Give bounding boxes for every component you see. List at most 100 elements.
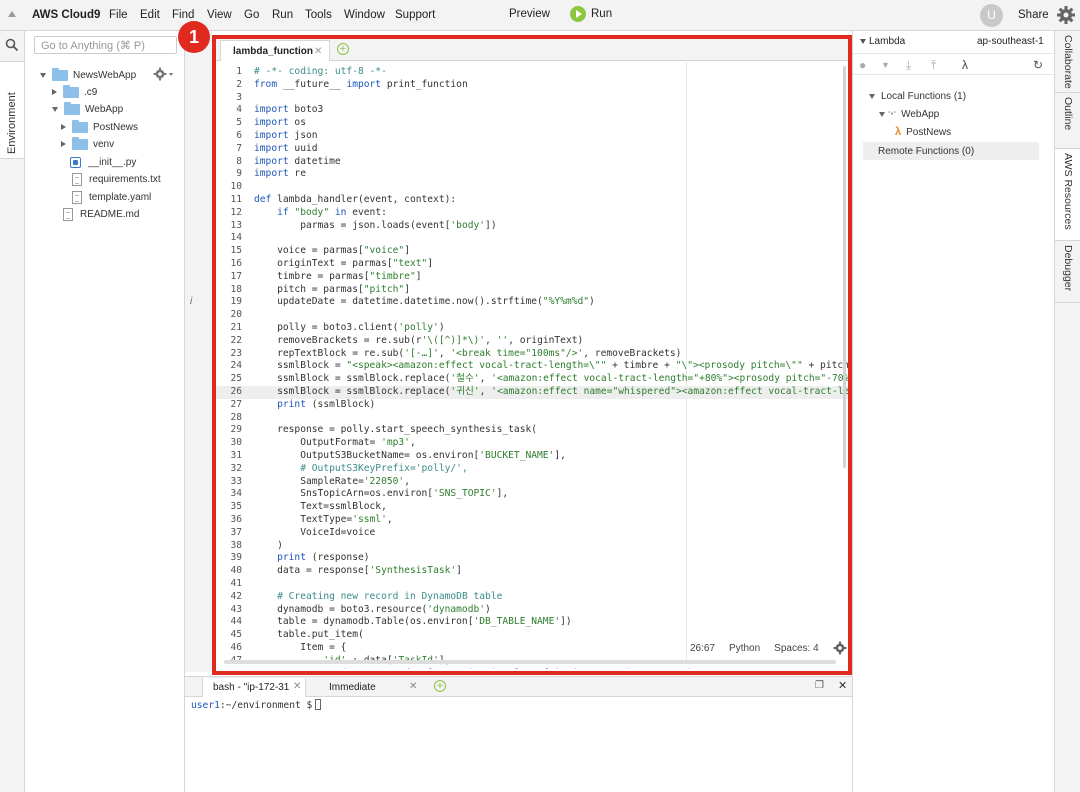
tab-collaborate[interactable]: Collaborate: [1055, 31, 1080, 93]
menu-edit[interactable]: Edit: [140, 9, 160, 21]
run-function-icon[interactable]: ●: [859, 58, 866, 72]
close-icon[interactable]: ✕: [314, 46, 322, 57]
add-tab-icon[interactable]: +: [434, 680, 446, 692]
menu-window[interactable]: Window: [344, 9, 385, 21]
tab-bash[interactable]: bash - "ip-172-31: [202, 678, 306, 697]
local-functions-group[interactable]: Local Functions (1): [869, 87, 966, 105]
tab-lambda-function[interactable]: lambda_function ✕: [220, 40, 330, 61]
editor-tab-bar: lambda_function ✕ +: [216, 39, 848, 61]
tree-settings-gear-icon[interactable]: [153, 67, 175, 81]
code-text: import re: [254, 168, 306, 180]
dropdown-arrow-icon[interactable]: ▼: [881, 60, 890, 70]
tree-item-webapp[interactable]: WebApp: [52, 101, 123, 117]
info-marker-icon[interactable]: i: [190, 296, 192, 307]
menu-run[interactable]: Run: [272, 9, 293, 21]
code-line: 12 if "body" in event:: [216, 207, 848, 220]
close-icon[interactable]: ✕: [293, 681, 301, 692]
tab-immediate-label: Immediate: [329, 682, 376, 693]
code-text: import uuid: [254, 142, 318, 154]
tree-item-venv[interactable]: venv: [61, 136, 114, 152]
editor-horizontal-scrollbar[interactable]: [224, 660, 836, 664]
region-label[interactable]: ap-southeast-1: [977, 36, 1044, 47]
close-panel-icon[interactable]: ✕: [838, 679, 847, 692]
line-number: 2: [236, 78, 242, 90]
deploy-icon[interactable]: ⤒: [931, 58, 936, 73]
code-line: 17 timbre = parmas["timbre"]: [216, 271, 848, 284]
tree-item-label: requirements.txt: [89, 173, 161, 185]
code-line: 3: [216, 92, 848, 105]
refresh-icon[interactable]: ↻: [1033, 58, 1043, 72]
tab-outline[interactable]: Outline: [1055, 93, 1080, 149]
restore-panel-icon[interactable]: ❐: [815, 680, 824, 691]
line-number: 21: [230, 322, 242, 333]
create-function-icon[interactable]: λ: [962, 58, 968, 72]
tab-environment[interactable]: Environment: [0, 61, 24, 159]
indent-setting[interactable]: Spaces: 4: [774, 643, 818, 654]
right-panel-strip: Collaborate Outline AWS Resources Debugg…: [1054, 31, 1080, 792]
menu-file[interactable]: File: [109, 9, 128, 21]
editor-vertical-scrollbar[interactable]: [843, 66, 846, 468]
add-tab-icon[interactable]: +: [337, 43, 349, 55]
terminal-tab-bar: bash - "ip-172-31 ✕ Immediate ✕ + ❐ ✕: [185, 677, 852, 697]
code-line-active: 26 ssmlBlock = ssmlBlock.replace('귀신', '…: [216, 386, 848, 399]
tab-aws-resources-label: AWS Resources: [1062, 153, 1074, 230]
line-number: 18: [230, 283, 242, 295]
goto-anything-input[interactable]: Go to Anything (⌘ P): [34, 36, 177, 54]
tab-debugger-label: Debugger: [1062, 245, 1074, 292]
tree-item-readme[interactable]: README.md: [63, 206, 139, 222]
code-line: 14: [216, 232, 848, 245]
tree-item-postnews[interactable]: PostNews: [61, 119, 138, 135]
menu-tools[interactable]: Tools: [305, 9, 332, 21]
expanded-arrow-icon[interactable]: [860, 39, 866, 44]
search-icon[interactable]: [5, 38, 19, 52]
code-text: response = polly.start_speech_synthesis_…: [254, 424, 538, 436]
tab-label: lambda_function: [233, 46, 314, 57]
code-line: 16 originText = parmas["text"]: [216, 258, 848, 271]
collapse-arrow-icon[interactable]: [8, 11, 16, 17]
code-area[interactable]: 1 # -*- coding: utf-8 -*- 2 from __future_…: [216, 62, 848, 669]
code-text: # Creating new record in DynamoDB table: [277, 590, 503, 602]
menu-go[interactable]: Go: [244, 9, 259, 21]
app-brand[interactable]: AWS Cloud9: [32, 9, 100, 21]
avatar[interactable]: U: [980, 4, 1003, 27]
lambda-app-item[interactable]: °•° WebApp: [879, 105, 939, 123]
tab-aws-resources[interactable]: AWS Resources: [1055, 149, 1080, 241]
tab-environment-label: Environment: [6, 92, 18, 154]
code-text: Text=ssmlBlock,: [254, 501, 387, 513]
menu-bar: AWS Cloud9 File Edit Find View Go Run To…: [0, 0, 1080, 31]
tree-item-requirements[interactable]: requirements.txt: [72, 171, 161, 187]
tab-immediate[interactable]: Immediate: [319, 678, 419, 697]
python-file-icon: [70, 156, 81, 168]
code-line: 13 parmas = json.loads(event['body']): [216, 220, 848, 233]
share-button[interactable]: Share: [1018, 9, 1049, 21]
menu-support[interactable]: Support: [395, 9, 435, 21]
line-number: 20: [230, 309, 242, 321]
remote-functions-group[interactable]: Remote Functions (0): [863, 142, 1039, 160]
gear-icon[interactable]: [1056, 5, 1076, 25]
menu-view[interactable]: View: [207, 9, 232, 21]
editor-settings-gear-icon[interactable]: [833, 641, 847, 655]
folder-icon: [72, 119, 88, 133]
code-line: 15 voice = parmas["voice"]: [216, 245, 848, 258]
preview-button[interactable]: Preview: [509, 8, 550, 20]
line-number: 33: [230, 475, 242, 487]
lambda-function-item[interactable]: λ PostNews: [895, 123, 951, 141]
prompt-user: user1: [191, 700, 220, 711]
lambda-function-label: PostNews: [906, 126, 952, 138]
tree-item-init-py[interactable]: __init__.py: [70, 154, 136, 170]
cursor-position[interactable]: 26:67: [690, 643, 715, 654]
menu-find[interactable]: Find: [172, 9, 194, 21]
code-text: print (response): [277, 552, 370, 564]
language-mode[interactable]: Python: [729, 643, 760, 654]
tab-collaborate-label: Collaborate: [1062, 35, 1074, 89]
terminal-prompt[interactable]: user1:~/environment $: [191, 699, 322, 711]
import-icon[interactable]: ⤓: [906, 58, 911, 73]
code-line: 33 SampleRate='22050',: [216, 476, 848, 489]
code-line: 28: [216, 412, 848, 425]
tree-root[interactable]: NewsWebApp: [40, 67, 136, 83]
close-icon[interactable]: ✕: [409, 681, 417, 692]
tab-debugger[interactable]: Debugger: [1055, 241, 1080, 303]
tree-item-template-yaml[interactable]: template.yaml: [72, 189, 151, 205]
run-button[interactable]: Run: [570, 6, 612, 22]
tree-item-c9[interactable]: .c9: [52, 84, 97, 100]
